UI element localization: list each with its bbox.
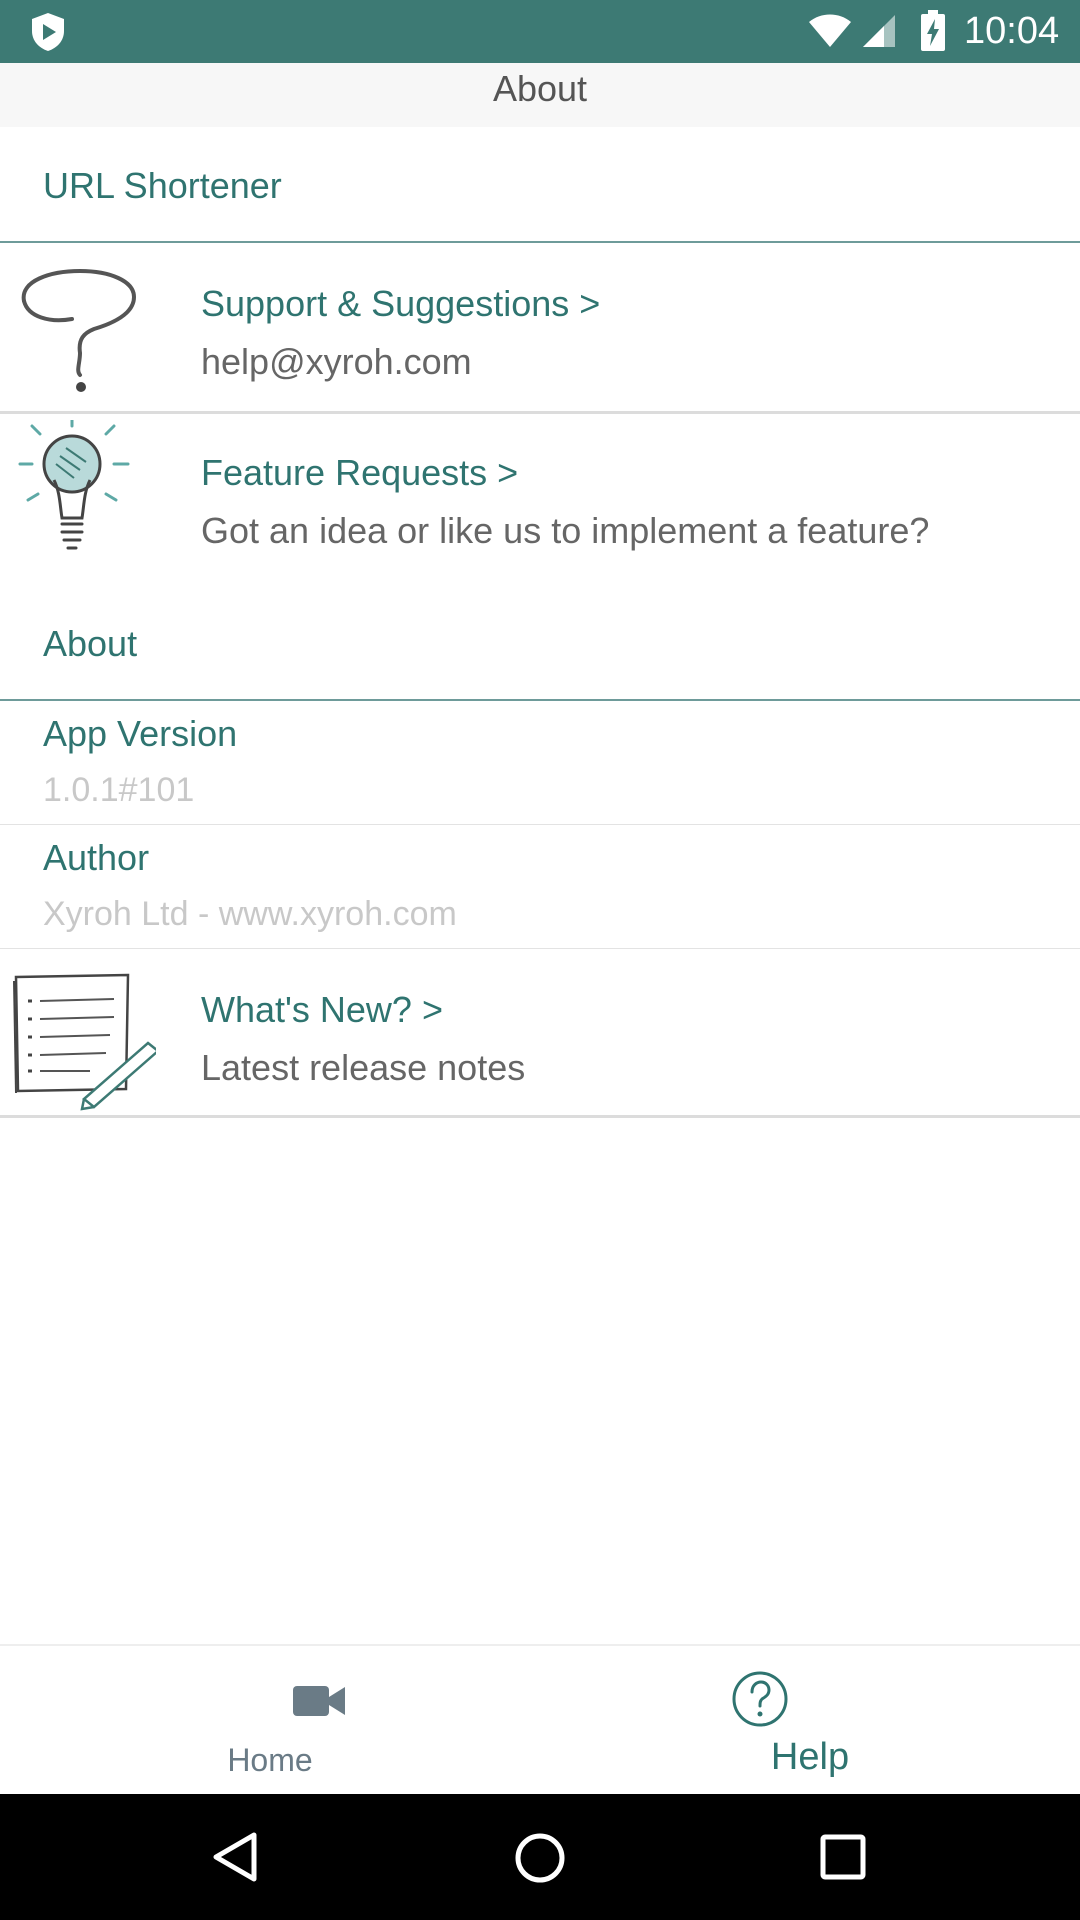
nav-help-label: Help: [770, 1736, 850, 1778]
title-bar: About: [0, 63, 1080, 127]
video-camera-icon: [293, 1686, 345, 1716]
support-email: help@xyroh.com: [201, 341, 472, 382]
nav-home-label: Home: [227, 1742, 313, 1778]
section-header-about: About: [0, 584, 1080, 701]
page-title: About: [492, 68, 588, 109]
status-bar: 10:04: [0, 0, 1080, 63]
system-nav-bar: [0, 1794, 1080, 1920]
whats-new-subtitle: Latest release notes: [201, 1047, 526, 1088]
feature-requests-row[interactable]: Feature Requests > Got an idea or like u…: [0, 414, 1080, 564]
wifi-icon: [809, 14, 851, 47]
feature-requests-subtitle: Got an idea or like us to implement a fe…: [201, 510, 930, 551]
question-circle-icon: [732, 1671, 788, 1727]
app-name-label: URL Shortener: [43, 165, 282, 206]
author-row: Author Xyroh Ltd - www.xyroh.com: [0, 825, 1080, 949]
section-header-app: URL Shortener: [0, 127, 1080, 243]
shield-play-icon: [32, 13, 64, 51]
back-icon[interactable]: [212, 1832, 258, 1882]
lightbulb-sketch-icon: [18, 420, 130, 550]
app-version-label: App Version: [43, 713, 238, 754]
author-label: Author: [43, 837, 150, 878]
support-row[interactable]: Support & Suggestions > help@xyroh.com: [0, 245, 1080, 411]
feature-requests-title: Feature Requests >: [201, 452, 519, 493]
whats-new-row[interactable]: What's New? > Latest release notes: [0, 949, 1080, 1115]
notepad-pencil-sketch-icon: [13, 973, 156, 1111]
about-section-label: About: [43, 623, 138, 664]
support-title: Support & Suggestions >: [201, 283, 601, 324]
whats-new-title: What's New? >: [201, 989, 443, 1030]
cell-signal-icon: [863, 15, 895, 47]
recents-icon[interactable]: [820, 1834, 866, 1880]
home-circle-icon[interactable]: [514, 1832, 566, 1884]
app-version-row: App Version 1.0.1#101: [0, 701, 1080, 825]
screen: 10:04 About URL Shortener Support & Sugg…: [0, 0, 1080, 1920]
nav-help[interactable]: Help: [540, 1646, 1080, 1794]
author-value: Xyroh Ltd - www.xyroh.com: [43, 895, 457, 933]
question-mark-sketch-icon: [21, 268, 137, 392]
row-divider: [0, 1115, 1080, 1118]
bottom-nav: Home Help: [0, 1644, 1080, 1794]
battery-charging-icon: [921, 10, 945, 51]
app-version-value: 1.0.1#101: [43, 771, 195, 809]
status-clock: 10:04: [964, 10, 1060, 52]
nav-home[interactable]: Home: [0, 1646, 540, 1794]
